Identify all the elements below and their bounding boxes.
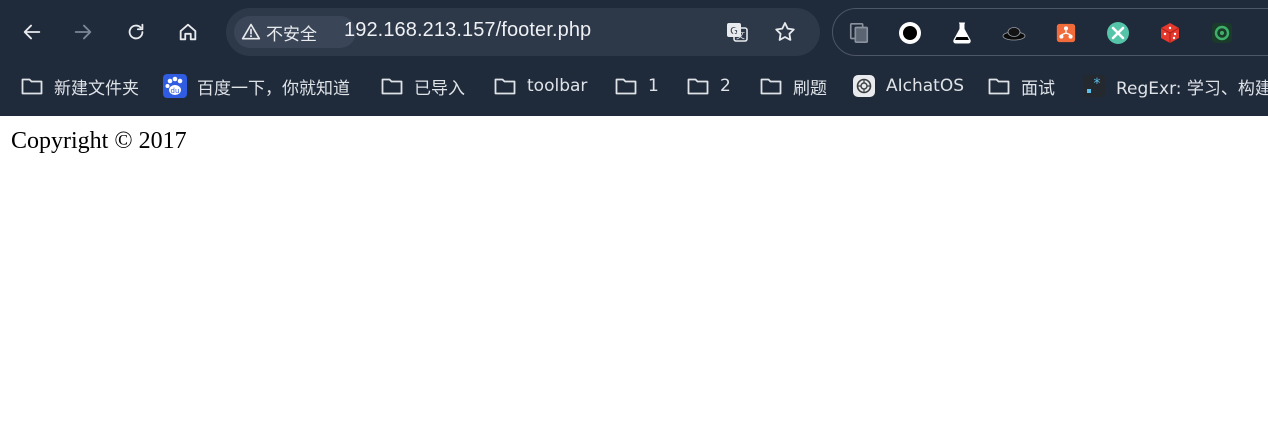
bookmark-folder[interactable]: 刷题 [759,72,827,100]
extension-button[interactable] [1053,20,1079,46]
arrow-right-icon [74,24,92,40]
dice-extension-icon [1160,23,1180,43]
bookmark-link[interactable]: AIchatOS [852,72,964,100]
home-icon [179,23,197,41]
bookmark-label: AIchatOS [886,76,965,96]
bookmark-label: toolbar [527,76,588,96]
bookmark-label: 新建文件夹 [54,78,139,99]
warning-triangle-icon [241,23,261,40]
bookmark-label: 刷题 [793,78,827,99]
extension-button[interactable] [846,20,872,46]
folder-icon [686,74,710,98]
forward-button[interactable] [66,15,100,49]
svg-text:*: * [1093,76,1101,92]
hat-extension-icon [1002,27,1026,41]
back-button[interactable] [15,15,49,49]
bookmark-folder[interactable]: 已导入 [380,72,465,100]
extension-button[interactable] [1157,20,1183,46]
svg-text:文: 文 [736,30,745,42]
folder-icon [987,74,1011,98]
svg-text:du: du [171,87,180,95]
bookmarks-bar: 新建文件夹 du 百度一下，你就知道 已导入 toolbar 1 2 刷题 AI [0,64,1268,108]
folder-icon [20,74,44,98]
extension-button[interactable] [1209,20,1235,46]
extension-button[interactable] [897,20,923,46]
browser-toolbar: 不安全 192.168.213.157/footer.php G 文 [0,0,1268,64]
security-indicator[interactable]: 不安全 [234,16,356,48]
arrow-left-icon [23,24,41,40]
page-content: Copyright © 2017 [0,116,1268,425]
bookmark-label: RegExr: 学习、构建… [1116,78,1268,99]
bookmark-label: 已导入 [414,78,465,99]
bookmark-link[interactable]: du 百度一下，你就知道 [163,72,350,100]
green-gear-extension-icon [1212,23,1232,43]
bookmark-folder[interactable]: 2 [686,72,731,100]
extension-button[interactable] [949,20,975,46]
copy-pages-extension-icon [849,23,869,43]
bookmark-folder[interactable]: 1 [614,72,659,100]
browser-chrome: 不安全 192.168.213.157/footer.php G 文 新建文件夹… [0,0,1268,116]
folder-icon [614,74,638,98]
bookmark-label: 面试 [1021,78,1055,99]
black-circle-extension-icon [899,22,921,44]
bookmark-folder[interactable]: 新建文件夹 [20,72,139,100]
home-button[interactable] [171,15,205,49]
folder-icon [380,74,404,98]
baidu-icon: du [163,74,187,98]
reload-button[interactable] [119,15,153,49]
star-icon [775,22,795,41]
bookmark-label: 2 [720,76,731,96]
bookmark-star-button[interactable] [770,18,800,46]
address-bar[interactable]: 不安全 192.168.213.157/footer.php G 文 [226,8,820,56]
folder-icon [759,74,783,98]
regexr-icon: * [1082,74,1106,98]
extensions-area [832,8,1268,56]
network-extension-icon [1056,23,1076,43]
chatgpt-icon [852,74,876,98]
reload-icon [128,23,144,40]
tools-extension-icon [1107,22,1129,44]
bookmark-folder[interactable]: toolbar [493,72,587,100]
translate-button[interactable]: G 文 [722,18,752,46]
bookmark-link[interactable]: * RegExr: 学习、构建… [1082,72,1268,100]
bookmark-label: 1 [648,76,659,96]
extension-button[interactable] [1001,20,1027,46]
url-text[interactable]: 192.168.213.157/footer.php [344,19,591,42]
bookmark-folder[interactable]: 面试 [987,72,1055,100]
bookmark-label: 百度一下，你就知道 [197,78,350,99]
copyright-text: Copyright © 2017 [11,128,187,154]
extension-button[interactable] [1105,20,1131,46]
security-label: 不安全 [266,24,317,45]
translate-icon: G 文 [727,23,748,42]
folder-icon [493,74,517,98]
flask-extension-icon [953,22,971,44]
